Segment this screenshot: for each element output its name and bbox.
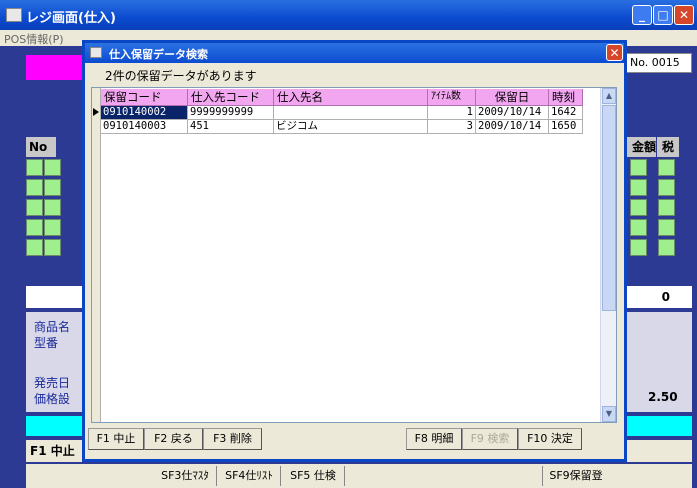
vertical-scrollbar[interactable]: ▲ ▼ — [600, 88, 616, 422]
product-name-label: 商品名 — [34, 320, 71, 334]
table-row-2-supplier-code[interactable]: 451 — [188, 120, 274, 134]
status-strip-left — [26, 416, 86, 436]
scroll-down-icon[interactable]: ▼ — [602, 406, 616, 422]
f10-confirm-button[interactable]: F10 決定 — [518, 428, 582, 450]
doc-number: No. 0015 — [626, 53, 692, 73]
release-date-label: 発売日 — [34, 376, 71, 390]
close-button[interactable]: ✕ — [674, 5, 694, 25]
item-grid-right — [630, 159, 690, 269]
sf3-button[interactable]: SF3仕ﾏｽﾀ — [154, 466, 217, 486]
table-row-1-date[interactable]: 2009/10/14 — [476, 106, 549, 120]
table-row-2-supplier-name[interactable]: ビジコム — [274, 120, 428, 134]
scroll-thumb[interactable] — [602, 105, 616, 311]
tax-header: 税 — [657, 137, 679, 157]
col-header-item-count[interactable]: ｱｲﾃﾑ数 — [428, 89, 476, 106]
result-count-message: 2件の保留データがあります — [105, 69, 257, 83]
dialog-close-button[interactable]: ✕ — [606, 44, 623, 61]
price-setting-label: 価格設 — [34, 392, 71, 406]
col-header-hold-code[interactable]: 保留コード — [101, 89, 188, 106]
main-f1-button[interactable]: F1 中止 — [26, 440, 86, 462]
table-row-2-code[interactable]: 0910140003 — [101, 120, 188, 134]
f1-cancel-button[interactable]: F1 中止 — [88, 428, 144, 450]
mode-indicator — [26, 55, 84, 80]
col-header-supplier-code[interactable]: 仕入先コード — [188, 89, 274, 106]
scroll-up-icon[interactable]: ▲ — [602, 88, 616, 104]
sf4-button[interactable]: SF4仕ﾘｽﾄ — [218, 466, 281, 486]
table-row-2-date[interactable]: 2009/10/14 — [476, 120, 549, 134]
hold-data-grid[interactable]: 保留コード 仕入先コード 仕入先名 ｱｲﾃﾑ数 保留日 時刻 091014000… — [91, 87, 617, 423]
main-window-title: レジ画面(仕入) — [26, 11, 116, 26]
dialog-icon — [90, 47, 102, 58]
price-panel: 2.50 — [626, 312, 692, 412]
table-row-2-items[interactable]: 3 — [428, 120, 476, 134]
item-grid-left — [26, 159, 86, 269]
dialog-title-bar[interactable]: 仕入保留データ検索 ✕ — [85, 43, 624, 63]
total-value: 0 — [626, 286, 692, 308]
product-info-panel: 商品名 型番 発売日 価格設 — [26, 312, 86, 412]
model-label: 型番 — [34, 336, 59, 350]
f8-detail-button[interactable]: F8 明細 — [406, 428, 462, 450]
table-row-1-supplier-name[interactable] — [274, 106, 428, 120]
table-row-2-time[interactable]: 1650 — [549, 120, 583, 134]
table-row-1-time[interactable]: 1642 — [549, 106, 583, 120]
sf9-button[interactable]: SF9保留登 — [542, 466, 609, 486]
col-header-time[interactable]: 時刻 — [549, 89, 583, 106]
row-pointer-icon — [93, 108, 99, 116]
no-header: No — [26, 137, 56, 157]
total-row-left — [26, 286, 86, 308]
table-row-1-supplier-code[interactable]: 9999999999 — [188, 106, 274, 120]
row-header-column — [92, 88, 101, 422]
supplier-hold-search-dialog: 仕入保留データ検索 ✕ 2件の保留データがあります 保留コード 仕入先コード 仕… — [82, 40, 627, 462]
main-title-bar[interactable]: レジ画面(仕入) _ □ ✕ — [0, 0, 697, 30]
bottom-button-bar: SF3仕ﾏｽﾀ SF4仕ﾘｽﾄ SF5 仕検 SF9保留登 — [26, 464, 692, 488]
dialog-title: 仕入保留データ検索 — [109, 48, 208, 61]
f9-search-button[interactable]: F9 検索 — [462, 428, 518, 450]
menu-pos-info[interactable]: POS情報(P) — [4, 31, 64, 47]
sf5-button[interactable]: SF5 仕検 — [282, 466, 345, 486]
col-header-supplier-name[interactable]: 仕入先名 — [274, 89, 428, 106]
table-row-1-items[interactable]: 1 — [428, 106, 476, 120]
amount-header: 金額 — [626, 137, 656, 157]
app-icon — [6, 8, 22, 22]
status-strip-right — [626, 416, 692, 436]
col-header-hold-date[interactable]: 保留日 — [476, 89, 549, 106]
price-value: 2.50 — [648, 390, 678, 404]
maximize-button[interactable]: □ — [653, 5, 673, 25]
f3-delete-button[interactable]: F3 削除 — [203, 428, 262, 450]
minimize-button[interactable]: _ — [632, 5, 652, 25]
f2-back-button[interactable]: F2 戻る — [144, 428, 203, 450]
main-right-button[interactable] — [626, 440, 692, 462]
table-row-1-code[interactable]: 0910140002 — [101, 106, 188, 120]
